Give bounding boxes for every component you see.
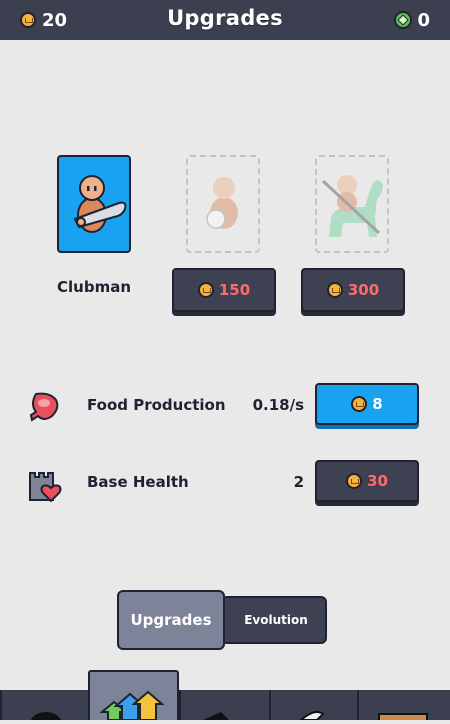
- upgrade-price-base-health: 30: [367, 472, 388, 490]
- nav-item-4[interactable]: [269, 690, 357, 721]
- unit-name-clubman: Clubman: [57, 278, 131, 296]
- crown-coin-icon: [346, 473, 363, 489]
- gem-counter: 0: [394, 9, 430, 31]
- crown-coin-icon: [197, 282, 214, 298]
- tab-evolution[interactable]: Evolution: [221, 596, 327, 644]
- buy-unit-button-1[interactable]: 150: [172, 268, 276, 312]
- unit-card-clubman[interactable]: [57, 155, 131, 253]
- nav-item-upgrades[interactable]: [88, 670, 179, 721]
- upgrade-value-base-health: 2: [293, 473, 304, 491]
- dino-rider-silhouette-icon: [321, 175, 383, 237]
- tab-upgrades[interactable]: Upgrades: [117, 590, 225, 650]
- upgrade-label-base-health: Base Health: [87, 473, 189, 491]
- nav-item-3[interactable]: [179, 690, 269, 720]
- unit-card-locked-slinger[interactable]: [186, 155, 260, 253]
- chest-nav-icon: [378, 713, 428, 724]
- castle-heart-icon: [29, 472, 62, 503]
- upgrade-label-food-production: Food Production: [87, 396, 226, 414]
- slinger-silhouette-icon: [206, 177, 238, 229]
- upgrade-value-food-production: 0.18/s: [252, 396, 304, 414]
- upgrade-button-base-health[interactable]: 30: [315, 460, 419, 502]
- buy-unit-price-1: 150: [218, 281, 251, 299]
- crown-coin-icon: [351, 396, 368, 412]
- clubman-icon: [73, 175, 127, 233]
- upgrade-arrows-icon: [99, 690, 165, 721]
- nav-item-5[interactable]: [357, 690, 450, 724]
- meat-icon: [29, 392, 59, 422]
- nav-item-1[interactable]: [0, 690, 88, 724]
- top-bar: 20 Upgrades 0: [0, 0, 450, 40]
- unit-nav-icon: [30, 712, 62, 724]
- page-title: Upgrades: [167, 6, 283, 30]
- weapon-nav-icon: [203, 712, 229, 720]
- unit-card-locked-dino-rider[interactable]: [315, 155, 389, 253]
- buy-unit-price-2: 300: [347, 281, 380, 299]
- tab-evolution-label: Evolution: [244, 613, 308, 627]
- feather-nav-icon: [298, 711, 325, 721]
- crown-coin-icon: [326, 282, 343, 298]
- gem-count: 0: [417, 9, 430, 31]
- upgrade-price-food-production: 8: [372, 395, 383, 413]
- upgrade-button-food-production[interactable]: 8: [315, 383, 419, 425]
- gem-icon: [394, 11, 413, 29]
- tab-upgrades-label: Upgrades: [130, 611, 212, 629]
- buy-unit-button-2[interactable]: 300: [301, 268, 405, 312]
